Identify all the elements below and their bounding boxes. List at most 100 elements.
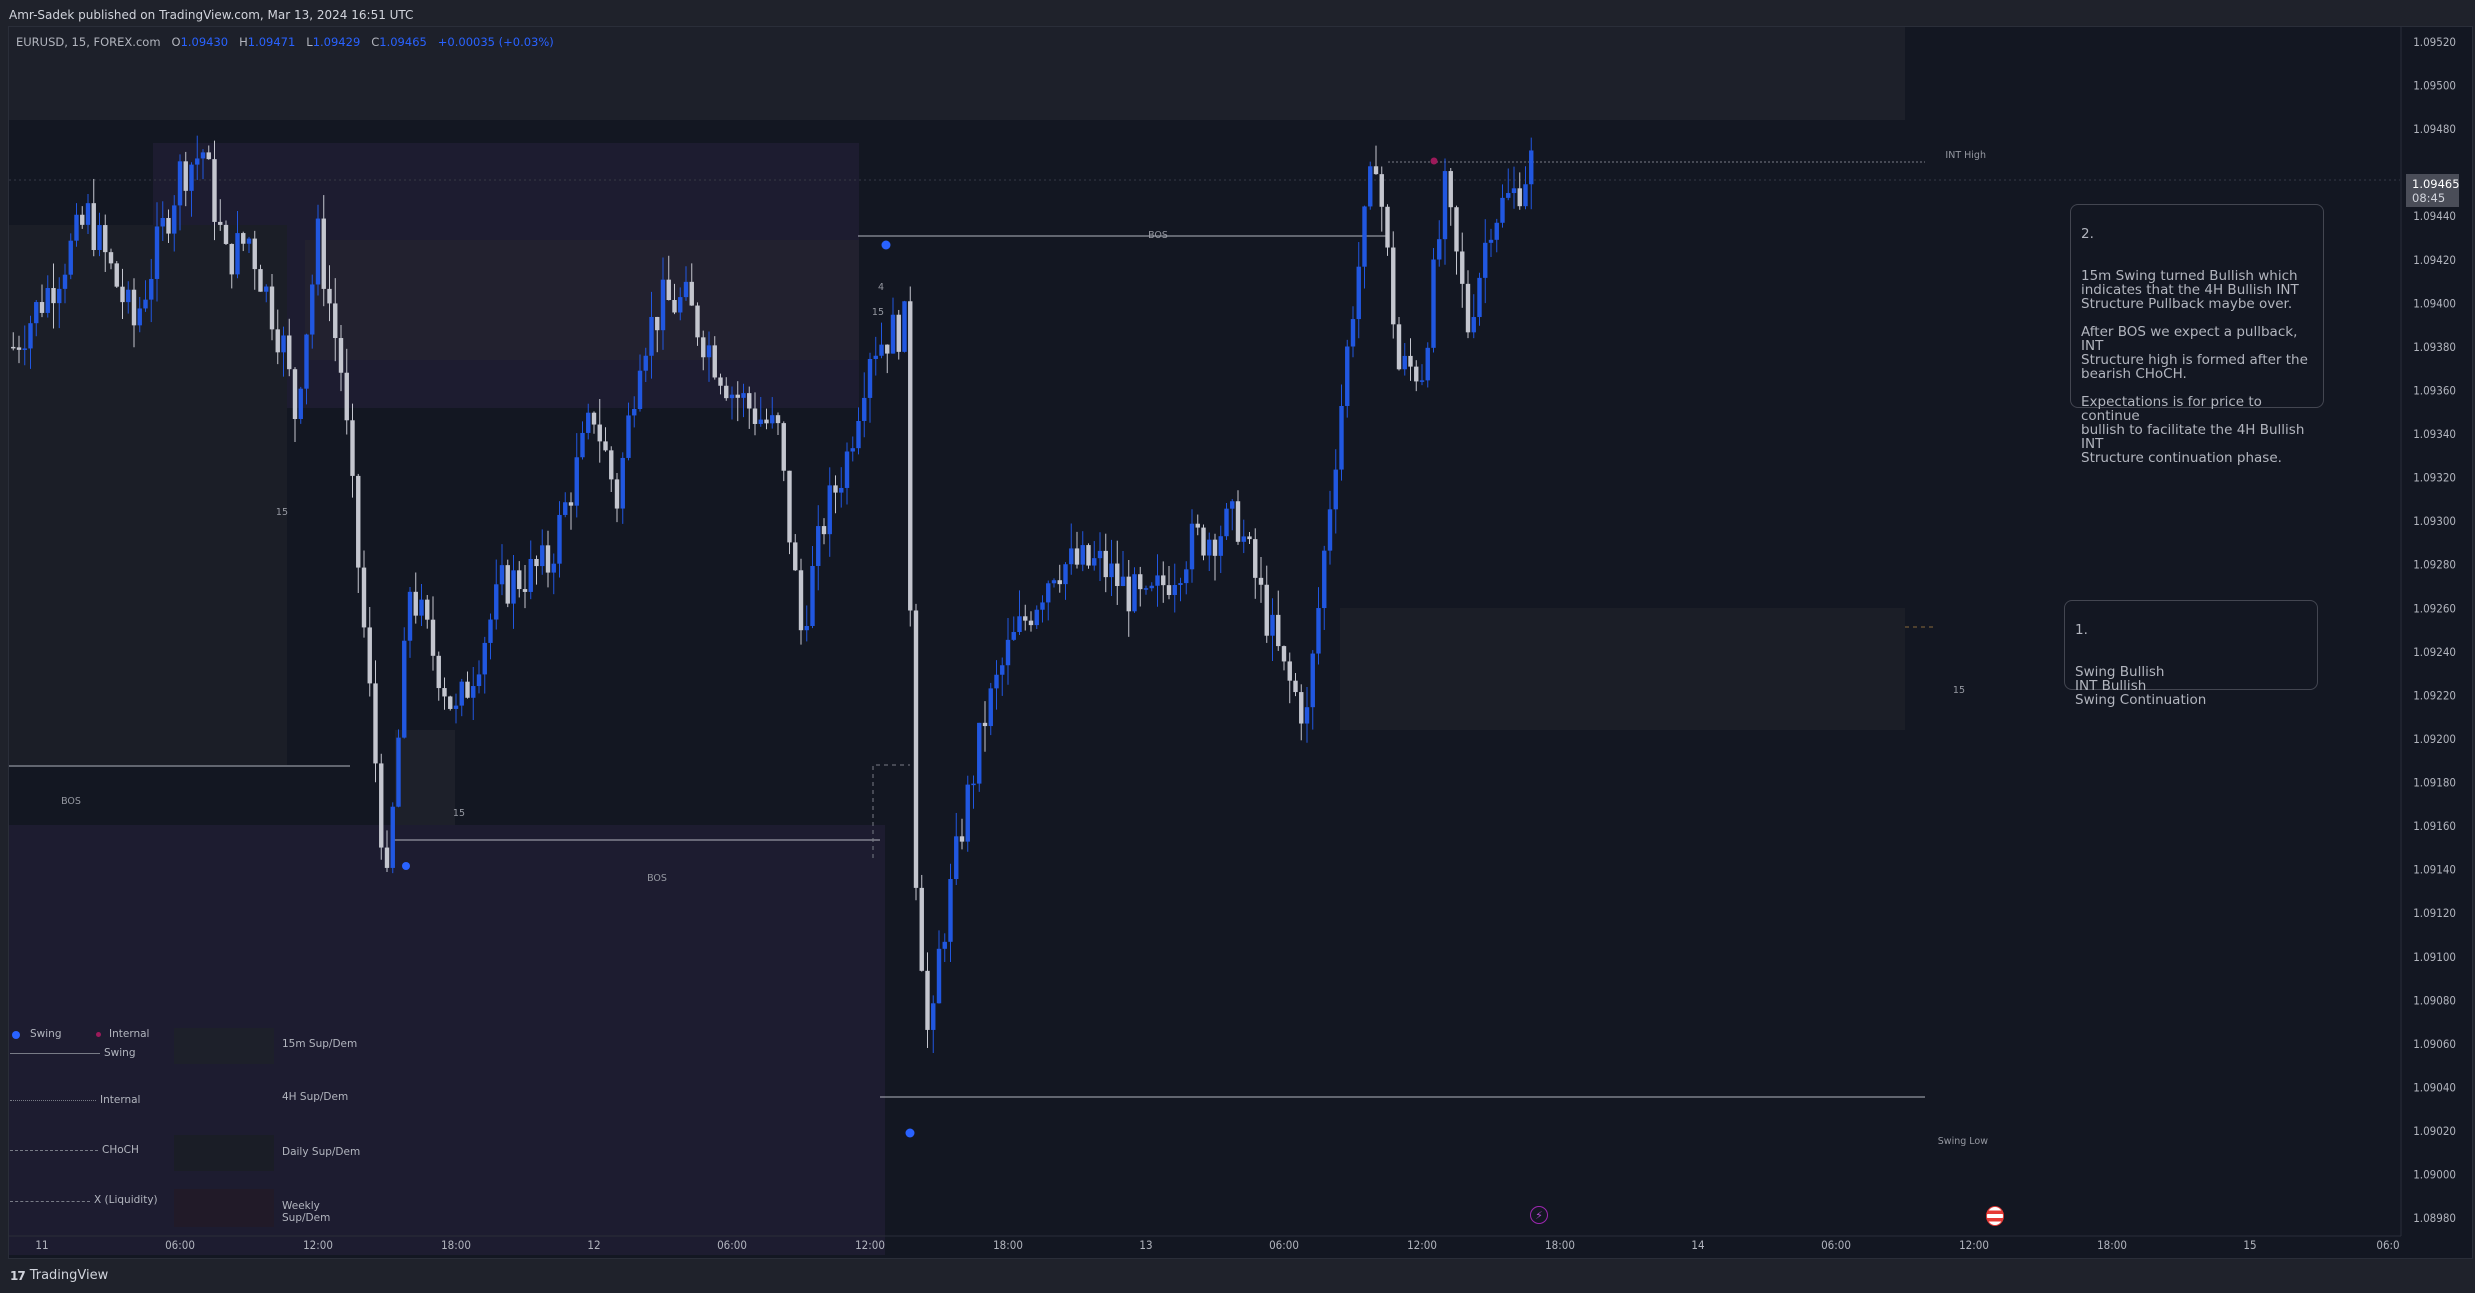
candle-bear bbox=[534, 558, 539, 567]
time-tick-label: 12:00 bbox=[855, 1238, 885, 1252]
legend-swing-line-label: Swing bbox=[104, 1047, 136, 1059]
candle-bull bbox=[1051, 580, 1057, 584]
bos-label-1: BOS bbox=[61, 796, 81, 807]
lightning-event-icon[interactable]: ⚡ bbox=[1530, 1206, 1548, 1224]
candle-bull bbox=[1034, 609, 1039, 626]
price-tick-label: 1.09080 bbox=[2413, 993, 2456, 1007]
candle-bear bbox=[356, 475, 361, 568]
candle-bull bbox=[1017, 616, 1022, 633]
candle-bear bbox=[597, 424, 602, 442]
time-tick-label: 06:00 bbox=[1269, 1238, 1299, 1252]
time-tick-label: 18:00 bbox=[2097, 1238, 2127, 1252]
price-tick-label: 1.09160 bbox=[2413, 819, 2456, 833]
candle-bull bbox=[264, 286, 269, 292]
price-tick-label: 1.09280 bbox=[2413, 558, 2456, 572]
candle-bull bbox=[137, 308, 142, 326]
candle-bear bbox=[591, 412, 597, 425]
last-price-tag: 1.09465 08:45 bbox=[2406, 174, 2460, 207]
candle-bear bbox=[1460, 251, 1465, 284]
candle-bear bbox=[361, 567, 367, 628]
candle-bull bbox=[1322, 550, 1327, 609]
candle-bull bbox=[172, 205, 177, 234]
candle-bull bbox=[586, 412, 591, 433]
legend-internal-dot-label: Internal bbox=[109, 1028, 150, 1040]
candle-bear bbox=[522, 589, 528, 592]
time-tick-label: 11 bbox=[35, 1238, 48, 1252]
candle-bear bbox=[1454, 207, 1459, 252]
candle-bear bbox=[373, 683, 378, 764]
us-flag-event-icon[interactable] bbox=[1986, 1206, 2004, 1226]
candle-bull bbox=[34, 302, 39, 324]
candle-bull bbox=[499, 565, 505, 585]
candle-bull bbox=[1431, 259, 1436, 348]
zone-daily-swatch bbox=[174, 1135, 274, 1171]
candle-bull bbox=[1224, 508, 1229, 537]
candle-bear bbox=[1166, 585, 1172, 596]
candle-bear bbox=[166, 217, 171, 234]
candle-bull bbox=[471, 686, 476, 698]
candle-bull bbox=[85, 203, 91, 225]
footer: 17 TradingView bbox=[10, 1268, 108, 1283]
price-tick-label: 1.09060 bbox=[2413, 1037, 2456, 1051]
candle-bear bbox=[16, 347, 22, 350]
candle-bull bbox=[1500, 197, 1505, 223]
candle-bear bbox=[425, 599, 430, 620]
candle-bear bbox=[1028, 620, 1034, 626]
candle-bear bbox=[1414, 366, 1419, 382]
choch-line-sample bbox=[10, 1150, 98, 1151]
candle-bull bbox=[810, 565, 815, 626]
time-tick-label: 06:00 bbox=[1821, 1238, 1851, 1252]
candle-bear bbox=[1258, 577, 1264, 585]
annotation-note-2[interactable]: 2. 15m Swing turned Bullish which indica… bbox=[2070, 204, 2324, 465]
candle-bear bbox=[252, 238, 257, 270]
note-1-title: 1. bbox=[2075, 622, 2088, 638]
candle-bear bbox=[114, 263, 119, 287]
zone-4h-inner bbox=[305, 240, 859, 360]
swing-low-dot-2 bbox=[905, 1128, 915, 1138]
candle-bull bbox=[850, 448, 855, 452]
candle-bear bbox=[183, 161, 188, 191]
candle-bear bbox=[908, 301, 913, 611]
candle-bull bbox=[649, 316, 654, 356]
candle-bear bbox=[1247, 536, 1252, 540]
annotation-note-1[interactable]: 1. Swing Bullish INT Bullish Swing Conti… bbox=[2064, 600, 2318, 707]
swing-high-dot bbox=[881, 240, 891, 250]
candle-bear bbox=[80, 214, 85, 225]
candle-bull bbox=[1356, 266, 1361, 320]
tradingview-logo-icon[interactable]: 17 bbox=[10, 1269, 26, 1283]
candle-bull bbox=[1350, 319, 1356, 347]
price-tick-label: 1.09520 bbox=[2413, 35, 2456, 49]
candle-bull bbox=[1184, 569, 1189, 584]
candle-bull bbox=[1368, 166, 1373, 207]
candle-bull bbox=[453, 705, 459, 709]
candle-bull bbox=[632, 408, 637, 416]
candle-bull bbox=[1523, 184, 1528, 207]
price-tick-label: 1.09200 bbox=[2413, 732, 2456, 746]
candle-bear bbox=[51, 288, 56, 304]
symbol-name[interactable]: EURUSD, 15, FOREX.com bbox=[16, 35, 161, 49]
int-high-label: INT High bbox=[1945, 150, 1986, 161]
price-tick-label: 1.09420 bbox=[2413, 253, 2456, 267]
time-tick-label: 14 bbox=[1691, 1238, 1704, 1252]
candle-bull bbox=[97, 225, 102, 250]
tradingview-brand[interactable]: TradingView bbox=[30, 1268, 109, 1283]
last-price-value: 1.09465 bbox=[2412, 177, 2460, 191]
candle-bull bbox=[1109, 563, 1114, 578]
candle-bull bbox=[988, 688, 993, 727]
zone-15-label-3: 15 bbox=[872, 307, 884, 318]
candle-bull bbox=[200, 152, 206, 159]
time-tick-label: 06:00 bbox=[717, 1238, 747, 1252]
candle-bull bbox=[1092, 558, 1097, 566]
candle-bear bbox=[327, 288, 332, 304]
candle-bull bbox=[28, 323, 33, 349]
price-tick-label: 1.09220 bbox=[2413, 688, 2456, 702]
candle-bear bbox=[1235, 501, 1241, 542]
candle-bull bbox=[1189, 523, 1195, 570]
candle-bull bbox=[57, 288, 62, 304]
candle-bull bbox=[62, 274, 68, 289]
candle-bull bbox=[281, 335, 286, 353]
price-tick-label: 1.09020 bbox=[2413, 1124, 2456, 1138]
price-tick-label: 1.09000 bbox=[2413, 1168, 2456, 1182]
candle-bull bbox=[1529, 150, 1534, 185]
candle-bull bbox=[298, 388, 303, 419]
